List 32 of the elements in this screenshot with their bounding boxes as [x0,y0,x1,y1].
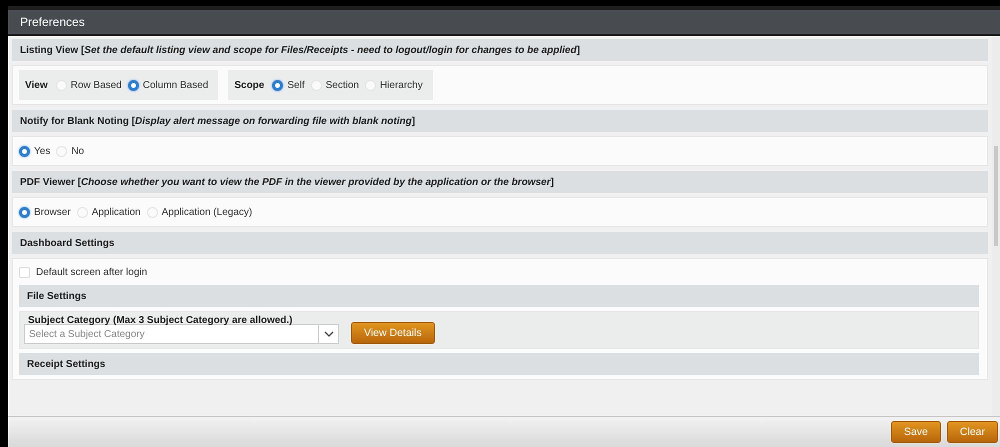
radio-button[interactable] [19,206,30,218]
radio-label: Browser [34,206,71,218]
radio-label: Row Based [70,80,122,90]
radio-button[interactable] [272,80,284,90]
radio-label: Application [92,206,141,218]
chevron-down-icon [324,331,334,337]
section-title: Dashboard Settings [20,238,114,248]
radio-label: Section [326,80,359,90]
radio-label: Hierarchy [380,80,423,90]
section-title: PDF Viewer [Choose whether you want to view the PDF in the viewer provided by the application or the browser] [20,176,554,188]
view-details-button[interactable]: View Details [351,322,435,344]
radio-label: Yes [34,146,50,156]
radio-label: Self [287,80,305,90]
checkbox-label: Default screen after login [36,266,148,278]
section-title: Listing View [Set the default listing view and scope for Files/Receipts - need to logout/login for changes to be applied] [20,44,580,56]
checkbox[interactable] [19,266,30,278]
radio-label: Application (Legacy) [162,206,252,218]
group-label: View [25,80,48,90]
field-label: Subject Category (Max 3 Subject Category are allowed.) [27,315,294,326]
footer-button[interactable]: Clear [946,421,998,443]
dropdown-toggle[interactable] [319,324,339,344]
radio-button[interactable] [128,80,139,90]
section-title: Receipt Settings [27,358,106,370]
footer-button[interactable]: Save [890,421,941,443]
radio-label: No [71,146,84,156]
group-label: Scope [234,80,264,90]
radio-label: Column Based [142,80,208,90]
section-title: File Settings [27,290,86,302]
radio-button[interactable] [19,146,30,156]
section-title: Notify for Blank Noting [Display alert message on forwarding file with blank noting] [20,116,416,126]
window-title: Preferences [8,6,1000,36]
subject-category-field[interactable]: Select a Subject Category [24,324,319,344]
